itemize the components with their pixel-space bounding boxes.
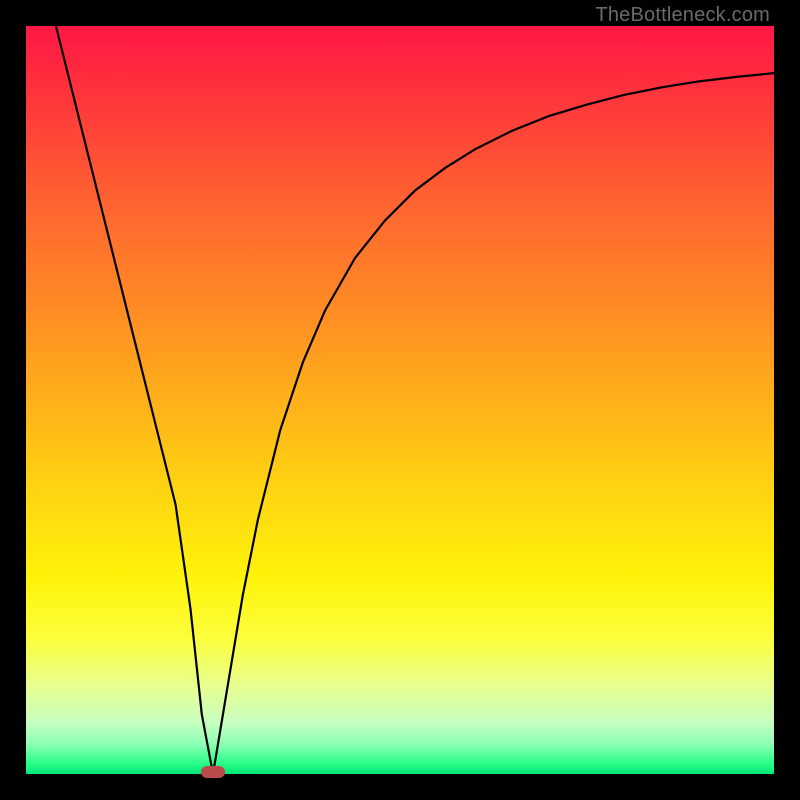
curve-layer: [26, 26, 774, 774]
plot-area: [26, 26, 774, 774]
optimum-marker: [201, 766, 225, 778]
watermark-text: TheBottleneck.com: [595, 4, 770, 27]
bottleneck-curve: [56, 26, 774, 774]
chart-frame: TheBottleneck.com: [0, 0, 800, 800]
